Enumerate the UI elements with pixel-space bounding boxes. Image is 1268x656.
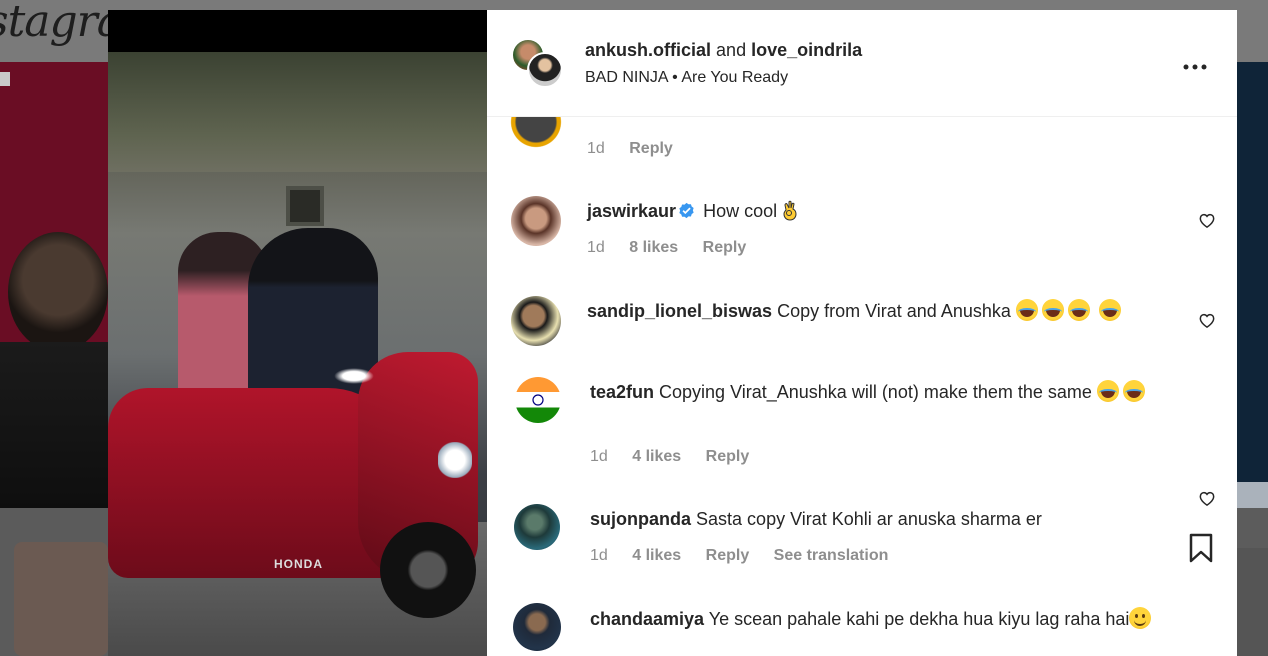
background-person-image bbox=[8, 232, 108, 352]
laughing-emoji-icon bbox=[1015, 299, 1038, 321]
comment-content: Ye scean pahale kahi pe dekha hua kiyu l… bbox=[708, 609, 1130, 629]
heart-outline-icon[interactable] bbox=[1197, 310, 1217, 330]
heart-outline-icon[interactable] bbox=[1197, 210, 1217, 230]
comment-time: 1d bbox=[587, 239, 605, 256]
comment-likes[interactable]: 8 likes bbox=[629, 239, 678, 256]
comment-username[interactable]: tea2fun bbox=[590, 382, 654, 402]
background-post-thumbnail bbox=[14, 542, 108, 656]
comment-content: Copy from Virat and Anushka bbox=[777, 301, 1011, 321]
reply-button[interactable]: Reply bbox=[629, 140, 673, 157]
ashoka-chakra-icon bbox=[532, 394, 544, 406]
post-header: ankush.official and love_oindrila BAD NI… bbox=[487, 10, 1237, 117]
background-feed-left bbox=[0, 62, 108, 656]
post-authors: ankush.official and love_oindrila bbox=[585, 40, 862, 61]
audio-artist[interactable]: BAD NINJA bbox=[585, 69, 668, 86]
avatar[interactable] bbox=[514, 504, 560, 550]
comment-meta: 1d 8 likes Reply bbox=[587, 239, 766, 257]
comment-text: sandip_lionel_biswas Copy from Virat and… bbox=[587, 297, 1177, 325]
avatar[interactable] bbox=[513, 603, 561, 651]
smiling-face-emoji-icon bbox=[1129, 607, 1152, 629]
see-translation-link[interactable]: See translation bbox=[774, 547, 889, 564]
comment-username[interactable]: chandaamiya bbox=[590, 609, 704, 629]
laughing-emoji-icon bbox=[1122, 380, 1145, 402]
comment-text: jaswirkaur How cool bbox=[587, 197, 1177, 225]
post-video[interactable]: HONDA bbox=[108, 52, 487, 656]
author-link[interactable]: ankush.official bbox=[585, 40, 711, 60]
media-top-bar bbox=[108, 10, 487, 52]
comment-time: 1d bbox=[587, 140, 605, 157]
heart-outline-icon[interactable] bbox=[1197, 488, 1217, 508]
ok-hand-emoji-icon bbox=[783, 200, 797, 221]
comment-time: 1d bbox=[590, 547, 608, 564]
comment-meta: 1d 4 likes Reply See translation bbox=[590, 547, 908, 565]
bookmark-outline-icon[interactable] bbox=[1188, 532, 1214, 564]
laughing-emoji-icon bbox=[1096, 380, 1119, 402]
more-horizontal-icon[interactable] bbox=[1183, 50, 1207, 76]
comment-text: chandaamiya Ye scean pahale kahi pe dekh… bbox=[590, 605, 1190, 633]
audio-info[interactable]: BAD NINJA • Are You Ready bbox=[585, 69, 788, 87]
video-frame-wheel bbox=[380, 522, 476, 618]
video-frame-window bbox=[286, 186, 324, 226]
comment-text: tea2fun Copying Virat_Anushka will (not)… bbox=[590, 378, 1180, 406]
comment-list[interactable]: 1d Reply jaswirkaur How cool 1d 8 likes … bbox=[487, 93, 1237, 656]
comment-likes[interactable]: 4 likes bbox=[632, 448, 681, 465]
comment-username[interactable]: sujonpanda bbox=[590, 509, 691, 529]
avatar[interactable] bbox=[515, 377, 561, 423]
collab-avatars[interactable] bbox=[511, 38, 563, 90]
comment-content: How cool bbox=[703, 201, 778, 221]
reply-button[interactable]: Reply bbox=[706, 448, 750, 465]
audio-title[interactable]: Are You Ready bbox=[681, 69, 788, 86]
authors-joiner: and bbox=[716, 40, 747, 60]
comment-meta: 1d 4 likes Reply bbox=[590, 448, 769, 466]
background-thumb bbox=[1237, 508, 1268, 548]
comment-username[interactable]: sandip_lionel_biswas bbox=[587, 301, 772, 321]
background-person-body bbox=[0, 342, 108, 512]
laughing-emoji-icon bbox=[1067, 299, 1090, 321]
video-frame-wall bbox=[108, 52, 487, 172]
avatar[interactable] bbox=[511, 296, 561, 346]
reply-button[interactable]: Reply bbox=[706, 547, 750, 564]
background-badge bbox=[0, 72, 10, 86]
comment-content: Sasta copy Virat Kohli ar anuska sharma … bbox=[696, 509, 1042, 529]
comment-time: 1d bbox=[590, 448, 608, 465]
comments-panel: ankush.official and love_oindrila BAD NI… bbox=[487, 10, 1237, 656]
background-feed-right bbox=[1237, 62, 1268, 656]
laughing-emoji-icon bbox=[1041, 299, 1064, 321]
reply-button[interactable]: Reply bbox=[703, 239, 747, 256]
audio-separator: • bbox=[672, 69, 678, 86]
verified-badge-icon bbox=[679, 202, 694, 219]
comment-content: Copying Virat_Anushka will (not) make th… bbox=[659, 382, 1092, 402]
comment-text: sujonpanda Sasta copy Virat Kohli ar anu… bbox=[590, 505, 1180, 533]
video-frame-headlight bbox=[438, 442, 472, 478]
background-thumb bbox=[1237, 548, 1268, 656]
laughing-emoji-icon bbox=[1098, 299, 1121, 321]
avatar[interactable] bbox=[527, 52, 563, 88]
comment-username[interactable]: jaswirkaur bbox=[587, 201, 676, 221]
comment-likes[interactable]: 4 likes bbox=[632, 547, 681, 564]
video-frame-lamp bbox=[334, 368, 374, 384]
avatar[interactable] bbox=[511, 196, 561, 246]
author-link[interactable]: love_oindrila bbox=[751, 40, 862, 60]
video-frame-brand: HONDA bbox=[274, 557, 323, 571]
comment-meta: 1d Reply bbox=[587, 140, 693, 158]
